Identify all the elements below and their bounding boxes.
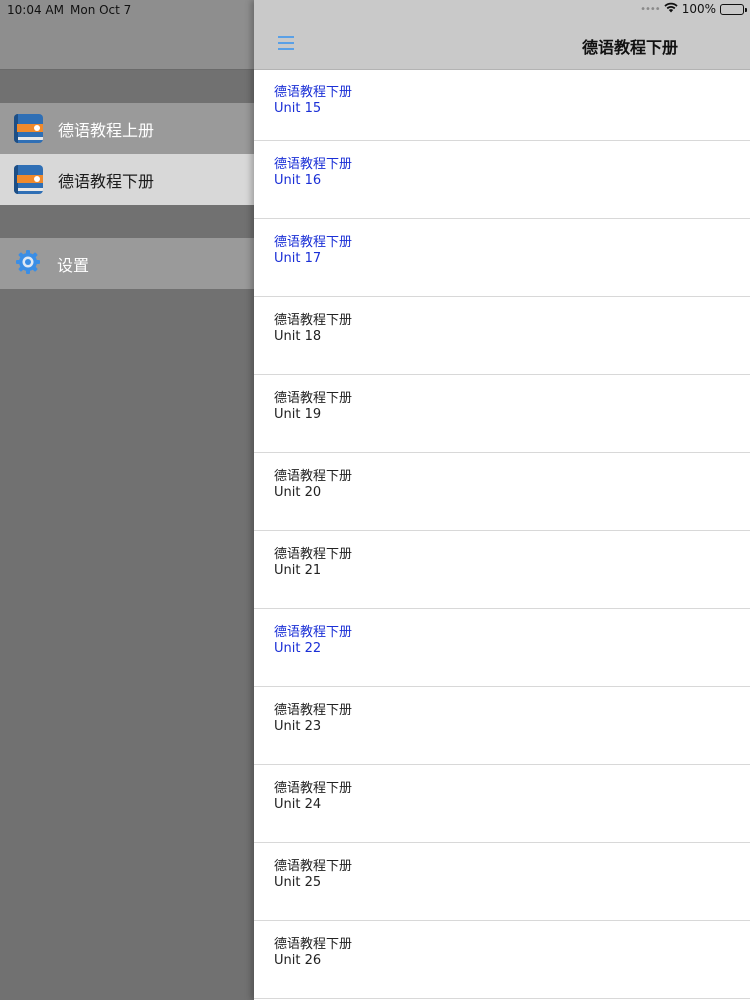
status-right: •••• 100% bbox=[640, 2, 747, 16]
list-item-subtitle: Unit 17 bbox=[274, 251, 322, 266]
list-item-subtitle: Unit 21 bbox=[274, 563, 322, 578]
sidebar-item-label: 德语教程上册 bbox=[58, 120, 155, 140]
page-title: 德语教程下册 bbox=[581, 38, 678, 57]
sidebar-item-label: 设置 bbox=[57, 255, 90, 275]
list-item-subtitle: Unit 16 bbox=[274, 173, 322, 188]
list-item-subtitle: Unit 19 bbox=[274, 407, 322, 422]
list-item-title: 德语教程下册 bbox=[274, 625, 353, 640]
battery-percent: 100% bbox=[681, 2, 716, 16]
list-item[interactable]: 德语教程下册 Unit 17 bbox=[254, 219, 750, 297]
list-item-subtitle: Unit 20 bbox=[274, 485, 322, 500]
list-item[interactable]: 德语教程下册 Unit 23 bbox=[254, 687, 750, 765]
status-bar: 10:04 AM Mon Oct 7 •••• 100% bbox=[0, 0, 750, 20]
sidebar-item-volume-1[interactable]: 德语教程上册 bbox=[0, 103, 254, 154]
list-item[interactable]: 德语教程下册 Unit 22 bbox=[254, 609, 750, 687]
list-item-title: 德语教程下册 bbox=[274, 469, 353, 484]
list-item-title: 德语教程下册 bbox=[274, 703, 353, 718]
list-item-subtitle: Unit 25 bbox=[274, 875, 322, 890]
list-item-title: 德语教程下册 bbox=[274, 547, 353, 562]
list-item[interactable]: 德语教程下册 Unit 18 bbox=[254, 297, 750, 375]
list-item[interactable]: 德语教程下册 Unit 15 bbox=[254, 70, 750, 141]
list-item-title: 德语教程下册 bbox=[274, 313, 353, 328]
book-icon bbox=[14, 114, 43, 143]
list-item-subtitle: Unit 24 bbox=[274, 797, 322, 812]
book-icon bbox=[14, 165, 43, 194]
gear-icon bbox=[14, 248, 42, 280]
list-item-subtitle: Unit 15 bbox=[274, 101, 322, 116]
sidebar-item-volume-2[interactable]: 德语教程下册 bbox=[0, 154, 254, 205]
list-item[interactable]: 德语教程下册 Unit 25 bbox=[254, 843, 750, 921]
list-item[interactable]: 德语教程下册 Unit 20 bbox=[254, 453, 750, 531]
list-item-subtitle: Unit 26 bbox=[274, 953, 322, 968]
sidebar-item-settings[interactable]: 设置 bbox=[0, 238, 254, 289]
sidebar-item-label: 德语教程下册 bbox=[58, 171, 155, 191]
list-item-title: 德语教程下册 bbox=[274, 781, 353, 796]
signal-dots-icon: •••• bbox=[640, 3, 661, 15]
list-item-subtitle: Unit 18 bbox=[274, 329, 322, 344]
list-item[interactable]: 德语教程下册 Unit 19 bbox=[254, 375, 750, 453]
list-item-subtitle: Unit 22 bbox=[274, 641, 322, 656]
status-time: 10:04 AM bbox=[7, 3, 64, 17]
list-item[interactable]: 德语教程下册 Unit 24 bbox=[254, 765, 750, 843]
list-item[interactable]: 德语教程下册 Unit 26 bbox=[254, 921, 750, 999]
main-panel: 德语教程下册 德语教程下册 Unit 15 德语教程下册 Unit 16 德语教… bbox=[254, 0, 750, 1000]
list-item-title: 德语教程下册 bbox=[274, 937, 353, 952]
sidebar: 德语教程上册 德语教程下册 设置 bbox=[0, 0, 254, 1000]
status-date: Mon Oct 7 bbox=[70, 3, 132, 17]
list-item[interactable]: 德语教程下册 Unit 16 bbox=[254, 141, 750, 219]
list-item-title: 德语教程下册 bbox=[274, 391, 353, 406]
list-item-subtitle: Unit 23 bbox=[274, 719, 322, 734]
unit-list: 德语教程下册 Unit 15 德语教程下册 Unit 16 德语教程下册 Uni… bbox=[254, 70, 750, 999]
battery-icon bbox=[720, 3, 747, 15]
list-item-title: 德语教程下册 bbox=[274, 859, 353, 874]
list-item-title: 德语教程下册 bbox=[274, 157, 353, 172]
list-item-title: 德语教程下册 bbox=[274, 235, 353, 250]
list-item[interactable]: 德语教程下册 Unit 21 bbox=[254, 531, 750, 609]
wifi-icon bbox=[664, 2, 678, 16]
list-item-title: 德语教程下册 bbox=[274, 85, 353, 100]
